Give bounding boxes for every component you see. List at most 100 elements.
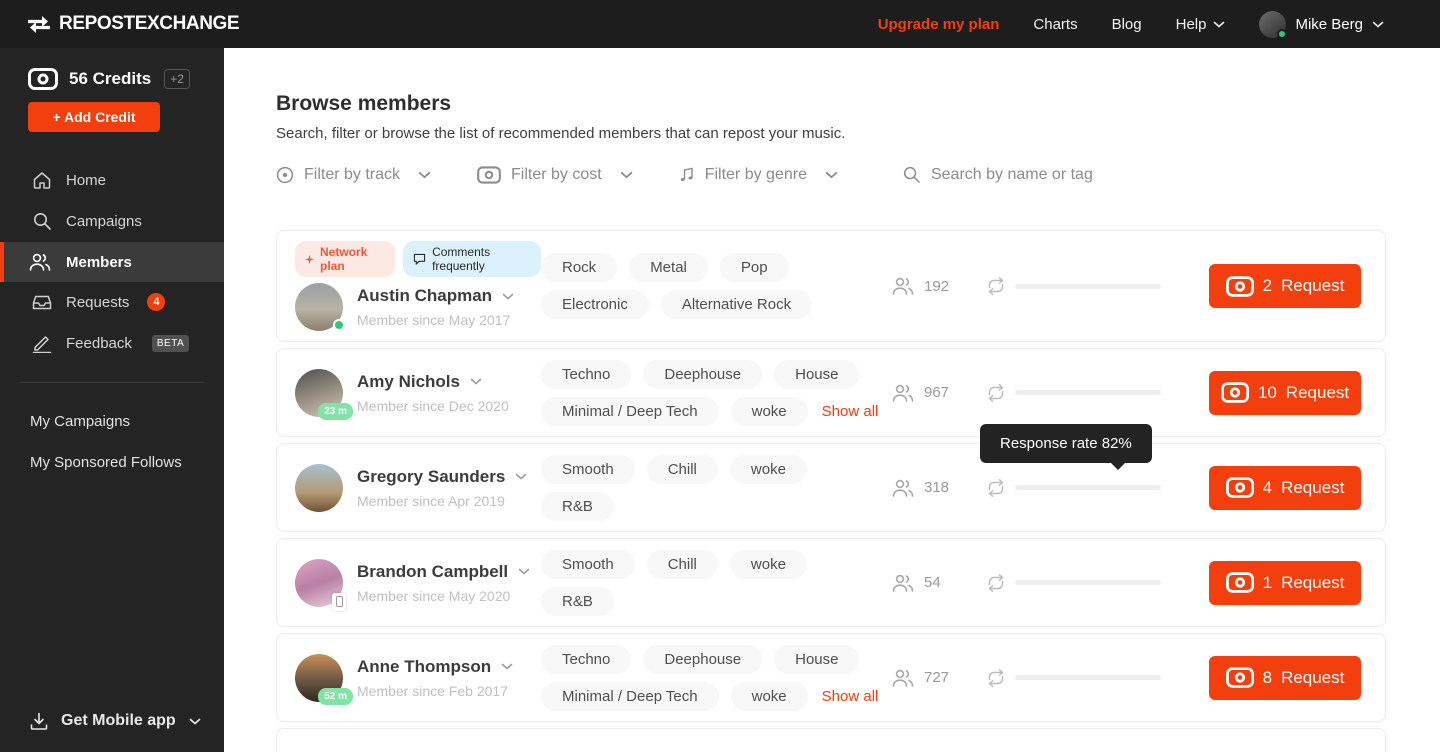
genre-tag: Deephouse: [643, 645, 762, 674]
repost-cycle-icon: [986, 384, 1006, 402]
genre-tags: Techno Deephouse House Minimal / Deep Te…: [541, 360, 886, 426]
repostexchange-logo[interactable]: REPOSTEXCHANGE: [0, 13, 224, 35]
genre-tag: woke: [730, 455, 807, 484]
genre-tag: R&B: [541, 492, 614, 521]
sidebar-item-label: Members: [66, 254, 132, 271]
sidebar-item-feedback[interactable]: Feedback BETA: [0, 322, 224, 364]
member-avatar[interactable]: [295, 464, 343, 512]
member-name-dropdown[interactable]: Amy Nichols: [357, 372, 509, 392]
credit-icon: [28, 68, 58, 90]
followers-icon: [891, 384, 915, 402]
member-name-dropdown[interactable]: Gregory Saunders: [357, 467, 527, 487]
help-menu[interactable]: Help: [1176, 16, 1226, 33]
upgrade-plan-link[interactable]: Upgrade my plan: [878, 16, 1000, 33]
member-card: Network plan Comments frequently Austin …: [276, 230, 1386, 342]
request-button[interactable]: 2 Request: [1209, 264, 1361, 308]
credit-icon: [1226, 276, 1254, 297]
blog-link[interactable]: Blog: [1112, 16, 1142, 33]
filter-label: Filter by cost: [511, 166, 602, 184]
main-content: Browse members Search, filter or browse …: [224, 48, 1440, 752]
request-button[interactable]: 8 Request: [1209, 656, 1361, 700]
sidebar-item-requests[interactable]: Requests 4: [0, 282, 224, 322]
request-button[interactable]: 4 Request: [1209, 466, 1361, 510]
member-card: 52 m Anne Thompson Member since Feb 2017…: [276, 633, 1386, 722]
member-name-dropdown[interactable]: Anne Thompson: [357, 657, 513, 677]
sidebar-item-label: Requests: [66, 294, 129, 311]
repost-cycle-icon: [986, 277, 1006, 295]
chevron-down-icon: [620, 171, 633, 179]
followers-value: 54: [924, 574, 941, 591]
sidebar-item-campaigns[interactable]: Campaigns: [0, 200, 224, 242]
member-since: Member since May 2017: [357, 312, 514, 328]
filter-label: Filter by genre: [705, 166, 807, 184]
chevron-down-icon: [189, 718, 201, 725]
user-menu[interactable]: Mike Berg: [1259, 11, 1384, 38]
filter-by-cost[interactable]: Filter by cost: [477, 166, 633, 184]
member-name-dropdown[interactable]: Brandon Campbell: [357, 562, 530, 582]
sidebar-item-home[interactable]: Home: [0, 160, 224, 200]
sidebar-item-label: Home: [66, 172, 106, 189]
member-avatar[interactable]: 52 m: [295, 654, 343, 702]
genre-tag: Electronic: [541, 290, 649, 319]
member-card: Brandon Campbell Member since May 2020 S…: [276, 538, 1386, 627]
chevron-down-icon: [501, 663, 513, 670]
beta-badge: BETA: [152, 335, 189, 352]
followers-value: 318: [924, 479, 949, 496]
followers-value: 967: [924, 384, 949, 401]
online-status-dot: [333, 319, 345, 331]
member-since: Member since Feb 2017: [357, 683, 513, 699]
followers-count: 727: [891, 669, 986, 687]
member-card-partial: [276, 728, 1386, 752]
response-rate-bar: [1015, 390, 1161, 395]
chevron-down-icon: [1213, 21, 1225, 28]
search-input[interactable]: [931, 166, 1161, 184]
genre-tag: Chill: [647, 455, 718, 484]
request-button[interactable]: 10 Request: [1209, 371, 1361, 415]
sidebar-item-members[interactable]: Members: [0, 242, 224, 282]
filter-label: Filter by track: [304, 166, 400, 184]
followers-icon: [891, 669, 915, 687]
top-navigation: Upgrade my plan Charts Blog Help Mike Be…: [878, 11, 1440, 38]
charts-link[interactable]: Charts: [1033, 16, 1077, 33]
user-avatar: [1259, 11, 1286, 38]
member-avatar[interactable]: 23 m: [295, 369, 343, 417]
response-rate: [986, 277, 1164, 295]
pencil-icon: [32, 333, 52, 353]
genre-tag: Techno: [541, 360, 631, 389]
get-mobile-app[interactable]: Get Mobile app: [0, 712, 224, 730]
response-rate-bar: [1015, 284, 1161, 289]
member-name-dropdown[interactable]: Austin Chapman: [357, 286, 514, 306]
sidebar: 56 Credits +2 + Add Credit Home Campaign…: [0, 48, 224, 752]
genre-tag: Techno: [541, 645, 631, 674]
speech-bubble-icon: [413, 253, 426, 265]
request-cost: 1: [1263, 573, 1272, 593]
request-label: Request: [1281, 668, 1344, 688]
genre-tag: Pop: [720, 253, 789, 282]
sidebar-link-my-campaigns[interactable]: My Campaigns: [0, 401, 224, 442]
member-since: Member since Apr 2019: [357, 493, 527, 509]
search-icon: [902, 165, 921, 184]
logo-text: REPOSTEXCHANGE: [59, 13, 239, 35]
member-avatar[interactable]: [295, 559, 343, 607]
credits-display: 56 Credits +2: [0, 68, 224, 90]
add-credit-button[interactable]: + Add Credit: [28, 102, 160, 132]
followers-count: 967: [891, 384, 986, 402]
request-button[interactable]: 1 Request: [1209, 561, 1361, 605]
member-avatar[interactable]: [295, 283, 343, 331]
request-cost: 8: [1263, 668, 1272, 688]
online-status-dot: [1277, 29, 1287, 39]
search-box: [902, 165, 1161, 184]
sidebar-link-my-sponsored-follows[interactable]: My Sponsored Follows: [0, 442, 224, 483]
genre-tags: Rock Metal Pop Electronic Alternative Ro…: [541, 253, 886, 319]
followers-value: 727: [924, 669, 949, 686]
followers-icon: [891, 277, 915, 295]
filter-by-track[interactable]: Filter by track: [276, 166, 431, 184]
chevron-down-icon: [470, 378, 482, 385]
repost-cycle-icon: [986, 574, 1006, 592]
followers-icon: [891, 479, 915, 497]
filter-by-genre[interactable]: Filter by genre: [679, 166, 838, 184]
member-name: Gregory Saunders: [357, 467, 505, 487]
show-all-link[interactable]: Show all: [820, 397, 881, 426]
show-all-link[interactable]: Show all: [820, 682, 881, 711]
followers-count: 54: [891, 574, 986, 592]
